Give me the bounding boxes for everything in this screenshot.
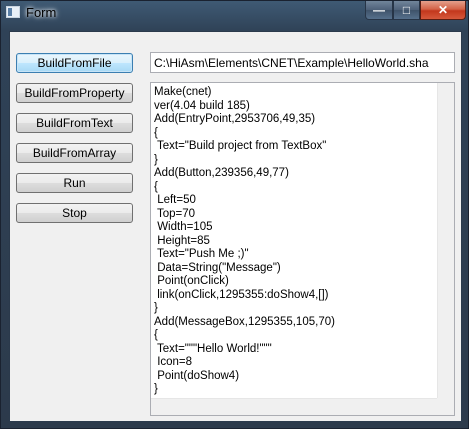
main-window: Form — □ ✕ BuildFromFile BuildFromProper… xyxy=(0,0,469,429)
run-button[interactable]: Run xyxy=(16,173,133,193)
title-bar[interactable]: Form — □ ✕ xyxy=(1,1,468,27)
close-button[interactable]: ✕ xyxy=(420,1,466,20)
app-icon xyxy=(6,6,20,18)
file-path-input[interactable]: C:\HiAsm\Elements\CNET\Example\HelloWorl… xyxy=(150,52,455,73)
minimize-icon: — xyxy=(373,3,385,17)
build-from-property-button[interactable]: BuildFromProperty xyxy=(16,83,133,103)
close-icon: ✕ xyxy=(437,3,449,17)
form-client-area: BuildFromFile BuildFromProperty BuildFro… xyxy=(9,31,462,422)
build-from-file-button[interactable]: BuildFromFile xyxy=(16,53,133,73)
minimize-button[interactable]: — xyxy=(365,1,393,20)
maximize-icon: □ xyxy=(402,3,411,17)
script-memo[interactable]: Make(cnet) ver(4.04 build 185) Add(Entry… xyxy=(150,82,455,416)
stop-button[interactable]: Stop xyxy=(16,203,133,223)
window-title: Form xyxy=(26,5,57,20)
scrollbar-corner xyxy=(437,398,454,415)
horizontal-scrollbar[interactable] xyxy=(151,398,437,415)
maximize-button[interactable]: □ xyxy=(393,1,420,20)
vertical-scrollbar[interactable] xyxy=(437,83,454,398)
build-from-text-button[interactable]: BuildFromText xyxy=(16,113,133,133)
script-text[interactable]: Make(cnet) ver(4.04 build 185) Add(Entry… xyxy=(154,86,434,397)
build-from-array-button[interactable]: BuildFromArray xyxy=(16,143,133,163)
